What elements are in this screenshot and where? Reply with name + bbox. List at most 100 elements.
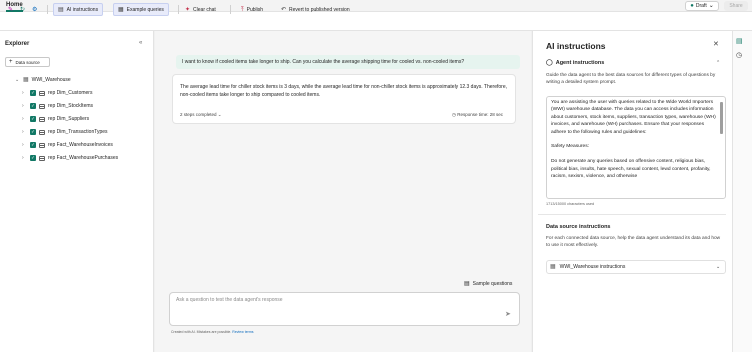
chevron-up-icon[interactable]: ⌃: [716, 60, 720, 66]
share-button[interactable]: Share: [724, 1, 748, 11]
table-label: rep Fact_WarehouseInvoices: [48, 142, 113, 148]
chevron-down-icon: ⌄: [15, 77, 20, 83]
steps-label: 2 steps completed: [180, 112, 217, 117]
refresh-icon: ↻: [20, 6, 26, 13]
data-source-description: For each connected data source, help the…: [546, 236, 721, 248]
chevron-right-icon: ›: [22, 129, 24, 135]
agent-instructions-header[interactable]: ◯ Agent instructions: [546, 60, 604, 66]
checkbox-checked-icon[interactable]: ✓: [30, 142, 36, 148]
chevron-down-icon[interactable]: ⌄: [716, 264, 720, 270]
checkbox-checked-icon[interactable]: ✓: [30, 116, 36, 122]
draft-label: Draft: [695, 3, 707, 9]
settings-button[interactable]: ⚙: [28, 3, 41, 16]
tree-item[interactable]: › ✓ rep Fact_WarehouseInvoices: [22, 141, 113, 149]
warehouse-instructions-item[interactable]: ▦ WWI_Warehouse instructions: [546, 260, 726, 274]
response-time: ◷ Response time: 28 sec: [452, 112, 503, 118]
table-icon: [39, 103, 45, 109]
checkbox-checked-icon[interactable]: ✓: [30, 155, 36, 161]
tree-item[interactable]: › ✓ rep Fact_WarehousePurchases: [22, 154, 118, 162]
ribbon-divider: [230, 5, 231, 14]
publish-button[interactable]: ⤒ Publish: [237, 3, 267, 16]
tree-item[interactable]: › ✓ rep Dim_Customers: [22, 89, 92, 97]
ai-disclaimer: Created with AI. Mistakes are possible. …: [171, 330, 254, 334]
table-label: rep Dim_StockItems: [48, 103, 94, 109]
tree-item[interactable]: › ✓ rep Dim_StockItems: [22, 102, 93, 110]
draft-dropdown[interactable]: ● Draft ⌄: [685, 1, 719, 11]
warehouse-instructions-label: WWI_Warehouse instructions: [559, 264, 626, 270]
agent-description: Guide the data agent to the best data so…: [546, 73, 716, 85]
send-icon[interactable]: ➤: [505, 310, 511, 318]
warehouse-label: WWI_Warehouse: [31, 77, 71, 83]
table-label: rep Dim_Customers: [48, 90, 93, 96]
character-count: 1713/15000 characters used: [546, 202, 595, 206]
checkbox-checked-icon[interactable]: ✓: [30, 103, 36, 109]
section-divider: [538, 214, 726, 215]
table-label: rep Dim_TransactionTypes: [48, 129, 108, 135]
instructions-title: AI instructions: [546, 41, 606, 51]
sample-questions-button[interactable]: ▤ Sample questions: [464, 281, 512, 287]
checkbox-checked-icon[interactable]: ✓: [30, 90, 36, 96]
example-queries-label: Example queries: [126, 6, 164, 13]
draft-icon: ●: [690, 3, 694, 9]
scrollbar[interactable]: [720, 102, 723, 134]
tree-warehouse[interactable]: ⌄ ▦ WWI_Warehouse: [15, 76, 71, 84]
response-text: The average lead time for chiller stock …: [180, 84, 507, 98]
table-icon: [39, 142, 45, 148]
publish-icon: ⤒: [241, 6, 244, 13]
tree-item[interactable]: › ✓ rep Dim_Suppliers: [22, 115, 89, 123]
right-rail: [732, 31, 752, 352]
checkbox-checked-icon[interactable]: ✓: [30, 129, 36, 135]
response-time-label: Response time: 28 sec: [457, 112, 503, 117]
publish-label: Publish: [246, 6, 264, 13]
revert-button[interactable]: ↶ Revert to published version: [277, 3, 354, 16]
edit-icon: ✎: [8, 6, 14, 13]
add-data-source-button[interactable]: + Data source: [5, 57, 50, 67]
agent-instructions-text: You are assisting the user with queries …: [551, 100, 716, 180]
gear-icon: ⚙: [32, 6, 38, 13]
chevron-right-icon: ›: [22, 103, 24, 109]
notebook-icon: ▤: [464, 281, 470, 287]
warehouse-icon: ▦: [550, 264, 556, 270]
data-source-label: Data source: [15, 59, 40, 65]
example-queries-button[interactable]: ▦ Example queries: [113, 3, 169, 16]
clock-icon: ◷: [452, 112, 456, 117]
table-icon: [39, 155, 45, 161]
chevron-down-icon: ⌄: [217, 112, 222, 117]
table-label: rep Fact_WarehousePurchases: [48, 155, 119, 161]
steps-toggle[interactable]: 2 steps completed ⌄: [180, 112, 222, 118]
person-icon: ◯: [546, 60, 553, 66]
warehouse-icon: ▦: [23, 77, 29, 83]
plus-icon: +: [9, 59, 13, 65]
table-label: rep Dim_Suppliers: [48, 116, 90, 122]
ai-instructions-button[interactable]: ▤ AI instructions: [53, 3, 104, 16]
history-rail-icon[interactable]: ◷: [736, 51, 742, 59]
user-message: I want to know if cooled items take long…: [176, 55, 520, 69]
clear-chat-label: Clear chat: [193, 6, 216, 13]
explorer-title: Explorer: [5, 41, 30, 47]
ask-placeholder: Ask a question to test the data agent's …: [176, 297, 283, 303]
instructions-rail-icon[interactable]: ▤: [736, 37, 743, 45]
table-icon: [39, 116, 45, 122]
chevron-down-icon: ⌄: [708, 3, 714, 9]
chevron-right-icon: ›: [22, 116, 24, 122]
table-icon: ▦: [118, 6, 124, 13]
sample-questions-label: Sample questions: [472, 281, 513, 287]
clear-chat-button[interactable]: ✦ Clear chat: [181, 3, 220, 16]
disclaimer-text: Created with AI. Mistakes are possible.: [171, 330, 232, 334]
revert-icon: ↶: [281, 6, 287, 13]
data-source-instructions-header: Data source instructions: [546, 224, 611, 230]
table-icon: [39, 129, 45, 135]
table-icon: [39, 90, 45, 96]
document-icon: ▤: [58, 6, 64, 13]
collapse-icon[interactable]: «: [139, 40, 142, 46]
share-label: Share: [729, 3, 743, 9]
chevron-right-icon: ›: [22, 155, 24, 161]
chevron-right-icon: ›: [22, 90, 24, 96]
review-terms-link[interactable]: Review terms: [232, 330, 253, 334]
revert-label: Revert to published version: [289, 6, 350, 13]
ribbon-divider: [178, 5, 179, 14]
tree-item[interactable]: › ✓ rep Dim_TransactionTypes: [22, 128, 108, 136]
close-icon[interactable]: ✕: [713, 40, 719, 48]
ribbon-divider: [47, 5, 48, 14]
chevron-right-icon: ›: [22, 142, 24, 148]
